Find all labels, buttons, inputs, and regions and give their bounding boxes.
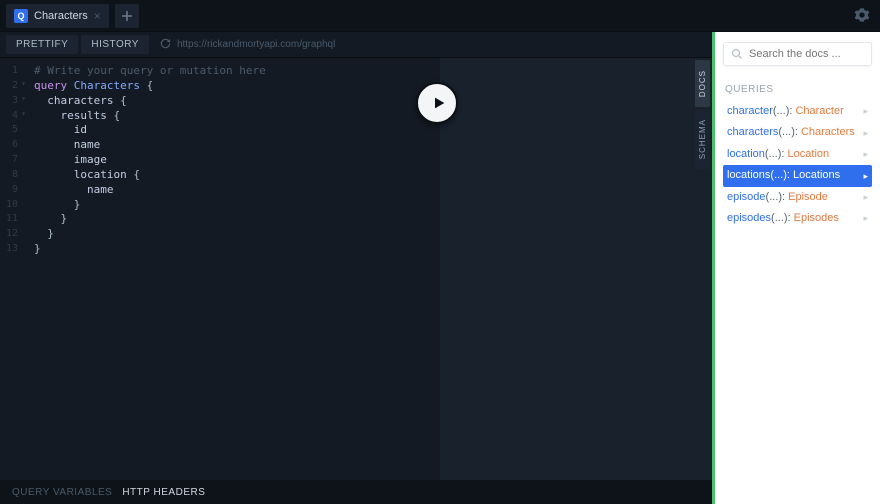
new-tab-button[interactable]	[115, 4, 139, 28]
prettify-button[interactable]: PRETTIFY	[6, 35, 78, 54]
queries-list: character(...): Character▸characters(...…	[723, 101, 872, 229]
chevron-right-icon: ▸	[863, 105, 868, 118]
tab-characters[interactable]: Q Characters ×	[6, 4, 109, 28]
close-icon[interactable]: ×	[94, 10, 101, 22]
tab-title: Characters	[34, 10, 88, 22]
search-icon	[731, 48, 743, 60]
query-item-episode[interactable]: episode(...): Episode▸	[723, 187, 872, 208]
bottom-tabs: QUERY VARIABLES HTTP HEADERS	[0, 480, 712, 504]
settings-button[interactable]	[854, 7, 870, 26]
line-gutter: 12▾3▾4▾5678910111213	[0, 64, 24, 474]
query-item-locations[interactable]: locations(...): Locations▸	[723, 165, 872, 186]
reload-button[interactable]	[160, 38, 171, 52]
chevron-right-icon: ▸	[863, 148, 868, 161]
play-icon	[431, 95, 447, 111]
docs-search[interactable]	[723, 42, 872, 66]
chevron-right-icon: ▸	[863, 170, 868, 183]
docs-search-input[interactable]	[749, 48, 864, 60]
http-headers-tab[interactable]: HTTP HEADERS	[122, 487, 205, 498]
chevron-right-icon: ▸	[863, 212, 868, 225]
top-tab-bar: Q Characters ×	[0, 0, 880, 32]
docs-panel: QUERIES character(...): Character▸charac…	[712, 32, 880, 504]
query-editor[interactable]: 12▾3▾4▾5678910111213 # Write your query …	[0, 58, 440, 480]
query-item-episodes[interactable]: episodes(...): Episodes▸	[723, 208, 872, 229]
query-badge-icon: Q	[14, 9, 28, 23]
docs-tab[interactable]: DOCS	[695, 60, 710, 107]
chevron-right-icon: ▸	[863, 191, 868, 204]
query-variables-tab[interactable]: QUERY VARIABLES	[12, 487, 112, 498]
side-tab-group: DOCS SCHEMA	[695, 60, 710, 169]
gear-icon	[854, 7, 870, 23]
history-button[interactable]: HISTORY	[81, 35, 149, 54]
plus-icon	[122, 11, 132, 21]
query-item-location[interactable]: location(...): Location▸	[723, 144, 872, 165]
docs-section-heading: QUERIES	[725, 84, 870, 95]
endpoint-url[interactable]: https://rickandmortyapi.com/graphql	[177, 39, 335, 50]
reload-icon	[160, 38, 171, 49]
play-button[interactable]	[416, 82, 458, 124]
query-item-character[interactable]: character(...): Character▸	[723, 101, 872, 122]
schema-tab[interactable]: SCHEMA	[695, 109, 710, 169]
query-item-characters[interactable]: characters(...): Characters▸	[723, 122, 872, 143]
chevron-right-icon: ▸	[863, 127, 868, 140]
code-area[interactable]: # Write your query or mutation herequery…	[24, 64, 440, 474]
